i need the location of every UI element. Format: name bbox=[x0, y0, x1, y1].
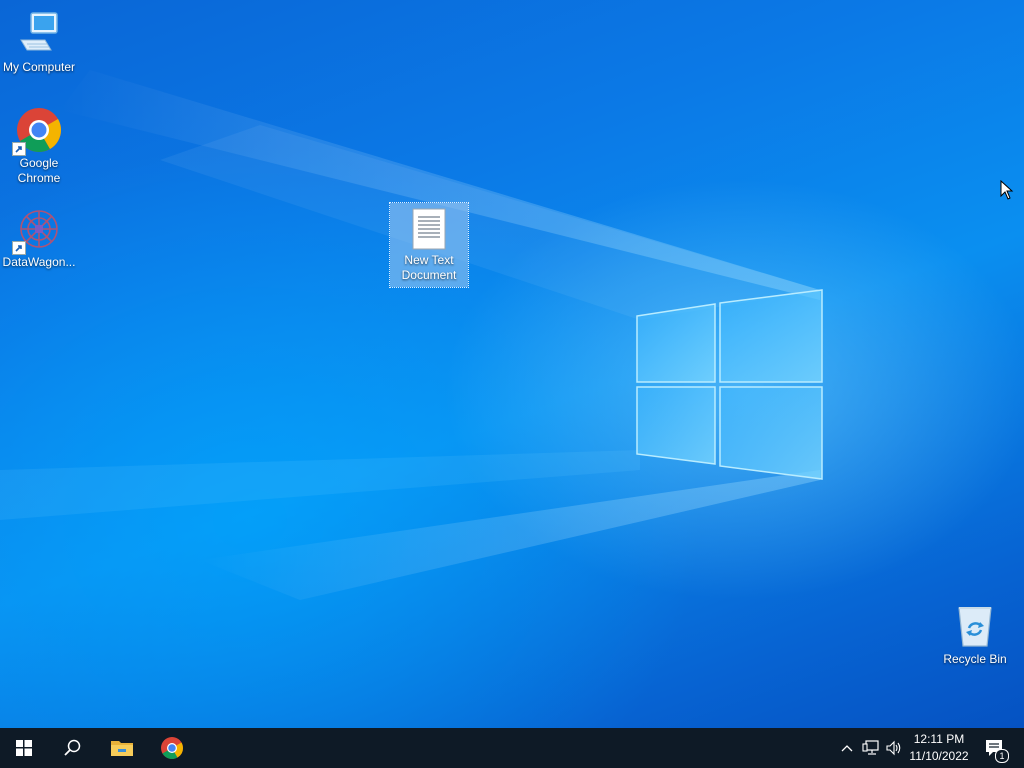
search-icon bbox=[64, 739, 81, 756]
text-document-icon bbox=[405, 207, 453, 251]
action-center-button[interactable]: 1 bbox=[980, 728, 1009, 768]
show-hidden-icons-button[interactable] bbox=[838, 728, 856, 768]
taskbar: 12:11 PM 11/10/2022 1 bbox=[0, 728, 1024, 768]
start-button[interactable] bbox=[0, 728, 48, 768]
desktop-icon-datawagon[interactable]: DataWagon... bbox=[0, 205, 78, 270]
taskbar-file-explorer[interactable] bbox=[98, 728, 146, 768]
shortcut-arrow-icon bbox=[12, 142, 26, 156]
mouse-cursor-icon bbox=[1000, 180, 1014, 200]
search-button[interactable] bbox=[48, 728, 96, 768]
desktop-icon-label: Google Chrome bbox=[17, 156, 61, 185]
clock-time: 12:11 PM bbox=[913, 732, 965, 746]
volume-icon bbox=[886, 740, 901, 756]
network-button[interactable] bbox=[860, 728, 882, 768]
network-icon bbox=[862, 740, 879, 755]
desktop-icon-new-text-document[interactable]: New Text Document bbox=[389, 202, 469, 288]
desktop-icon-label: DataWagon... bbox=[2, 255, 76, 269]
recycle-bin-icon bbox=[951, 602, 999, 650]
clock-date: 11/10/2022 bbox=[909, 749, 969, 763]
desktop[interactable]: My Computer Google Chrome DataWagon... N… bbox=[0, 0, 1024, 728]
wallpaper bbox=[0, 70, 823, 600]
chevron-up-icon bbox=[841, 745, 853, 752]
notification-count-badge: 1 bbox=[995, 749, 1009, 763]
taskbar-chrome[interactable] bbox=[148, 728, 196, 768]
desktop-icon-google-chrome[interactable]: Google Chrome bbox=[0, 106, 78, 186]
chrome-icon bbox=[12, 106, 63, 156]
shortcut-arrow-icon bbox=[12, 241, 26, 255]
desktop-icon-my-computer[interactable]: My Computer bbox=[0, 10, 78, 75]
volume-button[interactable] bbox=[884, 728, 904, 768]
desktop-icon-label: New Text Document bbox=[401, 253, 457, 282]
desktop-icon-label: Recycle Bin bbox=[943, 652, 1007, 666]
datawagon-icon bbox=[12, 205, 63, 255]
chrome-icon bbox=[161, 737, 183, 759]
start-windows-icon bbox=[16, 740, 32, 756]
clock[interactable]: 12:11 PM 11/10/2022 bbox=[906, 731, 972, 765]
file-explorer-icon bbox=[111, 741, 133, 756]
desktop-icon-label: My Computer bbox=[2, 60, 76, 74]
computer-icon bbox=[15, 10, 63, 58]
desktop-icon-recycle-bin[interactable]: Recycle Bin bbox=[936, 602, 1014, 667]
